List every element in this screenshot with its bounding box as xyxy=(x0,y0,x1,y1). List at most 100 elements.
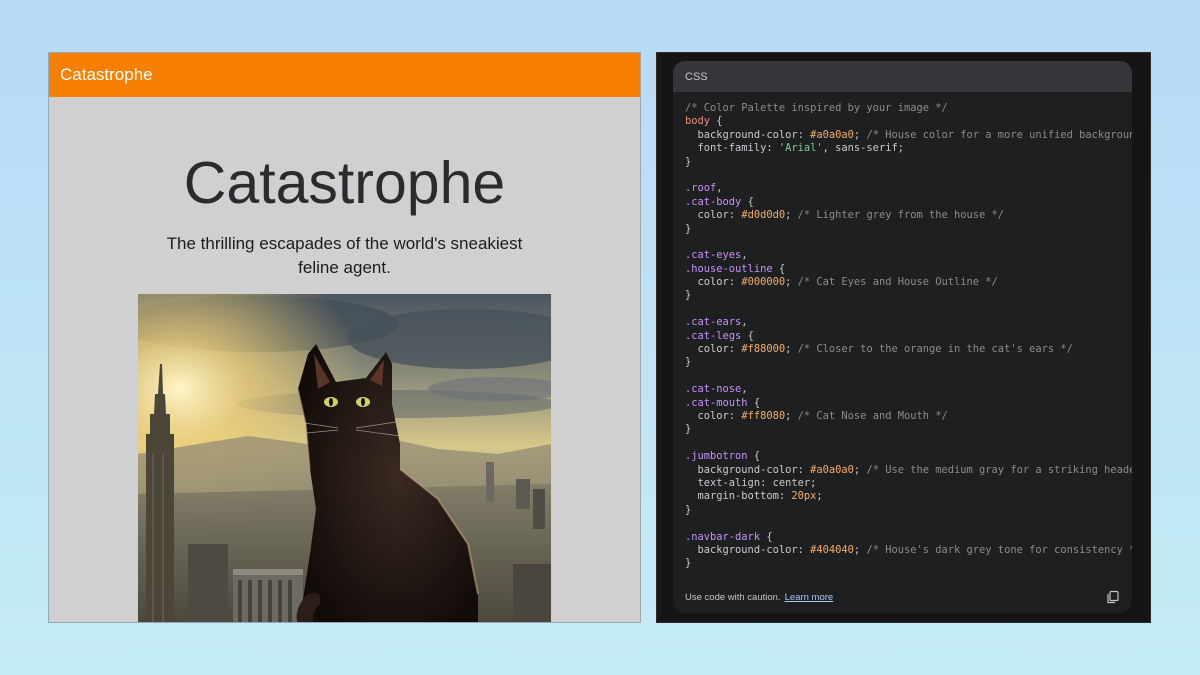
code-token: } xyxy=(685,423,692,436)
code-line: background-color: #a0a0a0; /* House colo… xyxy=(685,128,1133,142)
code-line: } xyxy=(685,423,1132,436)
code-token: ; xyxy=(853,543,867,556)
code-line: .cat-eyes, xyxy=(685,249,1132,262)
code-token: { xyxy=(741,195,754,208)
code-line: font-family: 'Arial', sans-serif; xyxy=(685,142,1132,155)
code-token: ; xyxy=(785,343,798,356)
code-line: .cat-nose, xyxy=(685,383,1132,396)
code-token: #a0a0a0 xyxy=(810,463,854,476)
learn-more-link[interactable]: Learn more xyxy=(785,592,834,603)
code-token: .cat-eyes xyxy=(685,249,742,262)
code-token: /* Cat Eyes and House Outline */ xyxy=(797,276,998,289)
code-token: { xyxy=(710,115,723,128)
code-line: } xyxy=(685,557,1132,570)
code-line: color: #000000; /* Cat Eyes and House Ou… xyxy=(685,276,1132,289)
code-token: 20px xyxy=(791,490,817,503)
code-line: .cat-mouth { xyxy=(685,397,1132,410)
code-token: } xyxy=(685,356,692,369)
code-line: } xyxy=(685,223,1132,236)
code-token: .house-outline xyxy=(685,262,773,275)
code-token: #000000 xyxy=(741,276,786,289)
code-token: 'Arial' xyxy=(778,142,823,155)
code-line: text-align: center; xyxy=(685,477,1132,490)
website-preview: Catastrophe Catastrophe The thrilling es… xyxy=(48,52,641,623)
code-line: .cat-legs { xyxy=(685,330,1132,343)
code-line: color: #d0d0d0; /* Lighter grey from the… xyxy=(685,209,1132,222)
code-line: color: #ff8080; /* Cat Nose and Mouth */ xyxy=(685,410,1132,423)
code-token: background-color: xyxy=(685,128,811,141)
code-token: } xyxy=(685,155,692,168)
page-title: Catastrophe xyxy=(183,150,506,216)
code-line: background-color: #a0a0a0; /* Use the me… xyxy=(685,463,1133,477)
code-token: , xyxy=(741,316,748,329)
code-token: color: xyxy=(685,276,742,289)
code-token: /* Lighter grey from the house */ xyxy=(797,209,1005,222)
code-token: ; xyxy=(853,128,867,141)
code-language-label: CSS xyxy=(685,70,708,83)
code-line: background-color: #404040; /* House's da… xyxy=(685,543,1133,557)
code-token: .cat-nose xyxy=(685,383,742,396)
code-line: } xyxy=(685,289,1132,302)
code-token: /* Use the medium gray for a striking he… xyxy=(866,463,1132,476)
code-line: margin-bottom: 20px; xyxy=(685,490,1132,503)
code-token: color: xyxy=(685,409,742,422)
code-token: { xyxy=(772,262,786,275)
code-token: ; xyxy=(785,209,798,222)
code-token: } xyxy=(685,557,692,570)
code-line: .navbar-dark { xyxy=(685,531,1132,544)
code-token: } xyxy=(685,222,692,235)
code-token: .cat-legs xyxy=(685,329,742,342)
code-token: { xyxy=(741,329,754,342)
page-tagline: The thrilling escapades of the world's s… xyxy=(166,234,523,277)
code-token: margin-bottom: xyxy=(685,490,792,503)
code-line: /* Color Palette inspired by your image … xyxy=(685,102,1132,115)
code-token: #404040 xyxy=(810,543,854,556)
site-navbar: Catastrophe xyxy=(49,53,640,97)
code-token: color: xyxy=(685,343,742,356)
code-token: .navbar-dark xyxy=(685,530,761,543)
copy-icon[interactable] xyxy=(1106,590,1120,604)
code-token: .cat-ears xyxy=(685,316,742,329)
jumbotron: Catastrophe The thrilling escapades of t… xyxy=(49,97,640,622)
code-line: body { xyxy=(685,115,1132,128)
code-token: .roof xyxy=(685,182,717,195)
code-token: .cat-body xyxy=(685,195,742,208)
code-token: /* Color Palette inspired by your image … xyxy=(685,102,948,114)
code-token: { xyxy=(747,396,761,409)
code-token: /* Closer to the orange in the cat's ear… xyxy=(797,343,1073,356)
code-token: ; xyxy=(785,409,798,422)
hero-cat-city-image xyxy=(138,294,551,622)
code-token: /* House's dark grey tone for consistenc… xyxy=(866,543,1132,556)
code-panel: CSS /* Color Palette inspired by your im… xyxy=(656,52,1151,623)
code-line: } xyxy=(685,504,1132,517)
code-token: /* Cat Nose and Mouth */ xyxy=(797,409,948,422)
code-token: { xyxy=(747,450,761,463)
code-content[interactable]: /* Color Palette inspired by your image … xyxy=(685,102,1132,582)
code-token: background-color: xyxy=(685,463,811,476)
navbar-brand-link[interactable]: Catastrophe xyxy=(60,65,153,85)
code-token: .jumbotron xyxy=(685,450,748,463)
code-line: .house-outline { xyxy=(685,263,1132,276)
code-token: .cat-mouth xyxy=(685,396,748,409)
code-token: color: xyxy=(685,209,742,222)
code-line: .cat-body { xyxy=(685,196,1132,209)
code-line: .jumbotron { xyxy=(685,450,1132,463)
code-token: background-color: xyxy=(685,543,811,556)
code-token: #a0a0a0 xyxy=(810,128,854,141)
code-token: #ff8080 xyxy=(741,409,786,422)
code-token: } xyxy=(685,289,692,302)
code-line: .roof, xyxy=(685,182,1132,195)
code-token: } xyxy=(685,503,692,516)
code-token: , sans-serif; xyxy=(822,142,904,155)
code-token: ; xyxy=(816,490,823,503)
code-line: .cat-ears, xyxy=(685,316,1132,329)
caution-text: Use code with caution. xyxy=(685,592,781,603)
code-token: #d0d0d0 xyxy=(741,209,786,222)
code-block: CSS /* Color Palette inspired by your im… xyxy=(673,61,1132,613)
code-line: } xyxy=(685,356,1132,369)
